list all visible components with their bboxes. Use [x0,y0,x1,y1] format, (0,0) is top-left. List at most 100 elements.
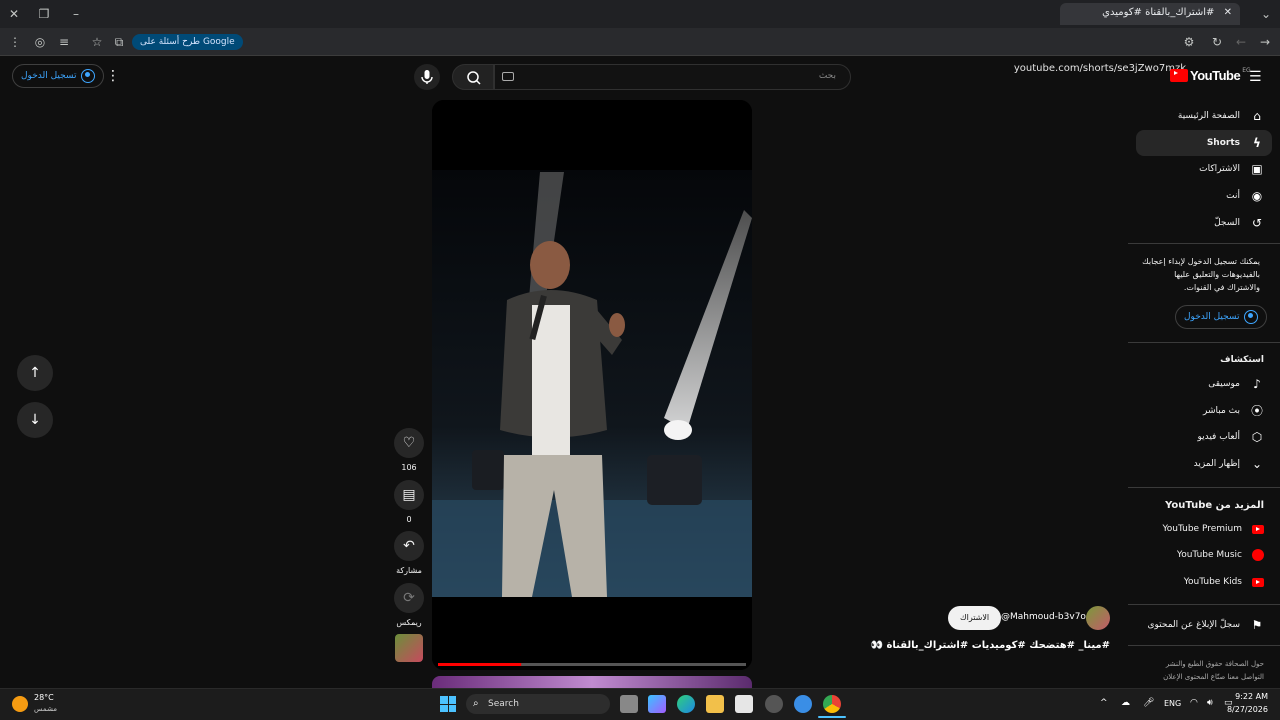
search-input[interactable]: بحث [494,64,851,90]
signin-label: تسجيل الدخول [1184,312,1240,322]
taskbar-search-box[interactable]: Search [466,694,610,714]
search-placeholder: بحث [818,71,836,81]
like-count: 106 [401,463,417,472]
restore-window-icon[interactable]: ❐ [36,6,52,22]
minimize-window-icon[interactable]: – [68,6,84,22]
remix-icon: ⟳ [403,590,415,606]
comment-button[interactable]: ▤ [394,480,424,510]
sidebar-item-home[interactable]: الصفحة الرئيسية ⌂ [1136,103,1272,129]
sidebar-divider [1128,487,1280,488]
sidebar-item-you[interactable]: أنت ◉ [1136,183,1272,209]
next-short-preview[interactable] [432,676,752,688]
file-explorer-icon[interactable] [706,695,724,713]
keyboard-icon[interactable] [502,72,514,81]
remix-button[interactable]: ⟳ [394,583,424,613]
site-settings-icon[interactable]: ⚙ [1181,34,1197,50]
sidebar-divider [1128,342,1280,343]
active-app-indicator [818,716,846,718]
telegram-icon[interactable] [794,695,812,713]
show-hidden-icons-icon[interactable]: ^ [1100,698,1108,708]
footer-links-2[interactable]: التواصل معنا صنّاع المحتوى الإعلان [1136,671,1264,684]
install-icon[interactable]: ⧉ [111,34,127,50]
sidebar-item-history[interactable]: السجلّ ↺ [1136,210,1272,236]
comment-count: 0 [406,515,412,524]
close-window-icon[interactable]: ✕ [6,6,22,22]
sidebar-item-shorts[interactable]: Shorts ϟ [1136,130,1272,156]
sidebar-item-live[interactable]: بث مباشر ⦿ [1136,398,1272,424]
back-icon[interactable]: → [1257,34,1273,50]
weather-desc: مشمس [34,705,57,713]
lens-icon[interactable]: ◎ [32,34,48,50]
sidebar-item-label: بث مباشر [1203,406,1240,416]
sidebar-item-label: أنت [1226,191,1240,201]
sidebar-item-show-more[interactable]: إظهار المزيد ⌄ [1136,451,1272,477]
menu-dots-icon[interactable]: ⋮ [7,34,23,50]
footer-links-1[interactable]: حول الصحافة حقوق الطبع والنشر [1136,658,1264,671]
more-from-youtube-heading: المزيد من YouTube [1165,500,1264,511]
channel-name[interactable]: @Mahmoud-b3v7o [1001,612,1086,622]
weather-sun-icon[interactable] [12,696,28,712]
hamburger-menu-icon[interactable]: ☰ [1249,69,1262,85]
forward-icon[interactable]: ← [1233,34,1249,50]
sidebar-divider [1128,243,1280,244]
tab-close-icon[interactable]: ✕ [1224,7,1232,18]
gaming-icon: ⬡ [1251,430,1263,444]
heart-icon: ♡ [402,435,416,451]
url-text[interactable]: youtube.com/shorts/se3jZwo7mzk [1014,63,1186,74]
clock-date[interactable]: 8/27/2026 [1220,705,1268,714]
chevron-down-icon: ⌄ [1251,457,1263,471]
ask-google-label: طرح أسئلة على Google [140,37,235,47]
sidebar-divider [1128,645,1280,646]
sidebar-item-subscriptions[interactable]: الاشتراكات ▣ [1136,156,1272,182]
next-short-button[interactable]: ↓ [17,402,53,438]
sidebar-item-report-history[interactable]: سجلّ الإبلاغ عن المحتوى ⚑ [1136,612,1272,638]
reload-icon[interactable]: ↻ [1209,34,1225,50]
signin-button-top[interactable]: تسجيل الدخول [12,64,105,88]
short-title[interactable]: #مينا_ #هتضحك #كوميديات #اشتراك_بالقناة … [871,640,1110,651]
youtube-logo[interactable]: YouTube EG [1170,67,1251,83]
you-icon: ◉ [1251,189,1263,203]
subscribe-button[interactable]: الاشتراك [948,606,1002,630]
sidebar-item-kids[interactable]: YouTube Kids [1136,569,1272,595]
tab-title: ‎#اشتراك_بالقناة #كوميدي [1102,7,1215,18]
search-button[interactable] [452,64,494,90]
sidebar-item-gaming[interactable]: ألعاب فيديو ⬡ [1136,424,1272,450]
volume-icon[interactable]: 🔊︎ [1207,698,1213,708]
sidebar-item-music[interactable]: موسيقى ♪ [1136,371,1272,397]
clock-time[interactable]: 9:22 AM [1232,692,1268,701]
wifi-icon[interactable]: ◠ [1190,698,1198,708]
ask-google-button[interactable]: طرح أسئلة على Google [132,34,243,50]
language-indicator[interactable]: ENG [1164,699,1181,708]
task-view-icon[interactable] [620,695,638,713]
share-button[interactable]: ↶ [394,531,424,561]
bookmark-star-icon[interactable]: ☆ [89,34,105,50]
shorts-video-player[interactable] [432,100,752,670]
cloud-icon[interactable]: ☁ [1121,698,1130,708]
sidebar-item-label: الاشتراكات [1199,164,1240,174]
tab-search-icon[interactable]: ⌄ [1258,6,1274,22]
store-icon[interactable] [735,695,753,713]
chrome-icon[interactable] [823,695,841,713]
home-icon: ⌂ [1253,109,1261,123]
windows-start-icon[interactable] [440,696,456,712]
sound-thumbnail[interactable] [395,634,423,662]
search-icon [467,71,481,85]
active-tab[interactable]: ✕ ‎#اشتراك_بالقناة #كوميدي [1060,3,1240,25]
more-options-icon[interactable]: ⋮ [106,68,120,84]
voice-search-button[interactable] [414,64,440,90]
like-button[interactable]: ♡ [394,428,424,458]
remix-label: ريمكس [396,618,422,627]
copilot-icon[interactable] [648,695,666,713]
signin-button-sidebar[interactable]: تسجيل الدخول [1175,305,1268,329]
sidebar-item-label: Shorts [1206,138,1240,148]
youtube-play-icon [1170,69,1188,82]
edge-icon[interactable] [677,695,695,713]
channel-avatar[interactable] [1086,606,1110,630]
reader-icon[interactable]: ≡ [56,34,72,50]
sidebar-item-premium[interactable]: YouTube Premium [1136,516,1272,542]
previous-short-button[interactable]: ↑ [17,355,53,391]
share-icon: ↶ [403,538,415,554]
settings-icon[interactable] [765,695,783,713]
sidebar-item-music-app[interactable]: YouTube Music [1136,542,1272,568]
microphone-tray-icon[interactable]: 🎤︎ [1143,698,1154,708]
